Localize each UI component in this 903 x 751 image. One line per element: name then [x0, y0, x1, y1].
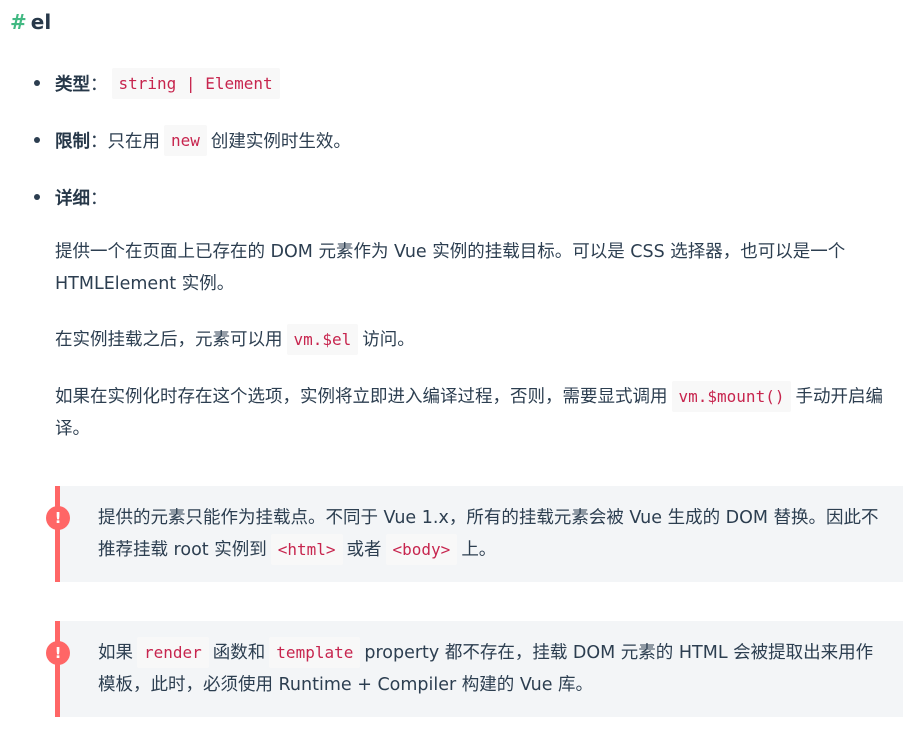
limit-label: 限制 — [55, 131, 90, 152]
limit-text-post: 创建实例时生效。 — [210, 131, 351, 152]
detail-separator: ： — [90, 188, 108, 209]
heading-title: el — [30, 10, 52, 34]
tip2-text-mid: 函数和 — [212, 643, 266, 663]
bullet-icon — [34, 80, 40, 86]
anchor-hash-link[interactable]: # — [10, 10, 27, 34]
para2-text-post: 访问。 — [362, 330, 415, 350]
detail-paragraph-3: 如果在实例化时存在这个选项，实例将立即进入编译过程，否则，需要显式调用 vm.$m… — [55, 381, 895, 445]
limit-text-pre: 只在用 — [107, 131, 161, 152]
tip2-code-render: render — [137, 637, 209, 668]
warning-icon: ! — [46, 641, 70, 665]
property-list: 类型 ： string | Element 限制 ： 只在用 new 创建实例时… — [34, 66, 894, 237]
warning-icon: ! — [46, 506, 70, 530]
type-code: string | Element — [111, 67, 280, 99]
type-label: 类型 — [55, 74, 90, 95]
type-separator: ： — [90, 74, 108, 95]
bullet-icon — [34, 137, 40, 143]
tip2-text-pre: 如果 — [98, 643, 133, 663]
section-heading: # el — [10, 10, 51, 34]
detail-paragraph-2: 在实例挂载之后，元素可以用 vm.$el 访问。 — [55, 324, 895, 356]
para2-text-pre: 在实例挂载之后，元素可以用 — [55, 330, 283, 350]
limit-code: new — [164, 124, 207, 156]
tip2-code-template: template — [269, 637, 361, 668]
para2-code: vm.$el — [286, 324, 359, 355]
para3-text-pre: 如果在实例化时存在这个选项，实例将立即进入编译过程，否则，需要显式调用 — [55, 387, 668, 407]
tip1-text-end: 上。 — [461, 540, 497, 560]
limit-separator: ： — [90, 131, 108, 152]
warning-tip-2: ! 如果 render 函数和 template property 都不存在，挂载 DO… — [46, 621, 903, 717]
para3-code: vm.$mount() — [671, 381, 792, 412]
bullet-icon — [34, 194, 40, 200]
list-item-type: 类型 ： string | Element — [34, 66, 894, 100]
tip1-code-html: <html> — [270, 534, 343, 565]
warning-tip-1: ! 提供的元素只能作为挂载点。不同于 Vue 1.x，所有的挂载元素会被 Vue… — [46, 486, 903, 582]
list-item-detail: 详细 ： — [34, 180, 894, 214]
detail-label: 详细 — [55, 188, 90, 209]
list-item-limit: 限制 ： 只在用 new 创建实例时生效。 — [34, 123, 894, 157]
tip1-code-body: <body> — [385, 534, 458, 565]
tip1-text-mid: 或者 — [346, 540, 382, 560]
detail-paragraph-1: 提供一个在页面上已存在的 DOM 元素作为 Vue 实例的挂载目标。可以是 CS… — [55, 242, 846, 294]
